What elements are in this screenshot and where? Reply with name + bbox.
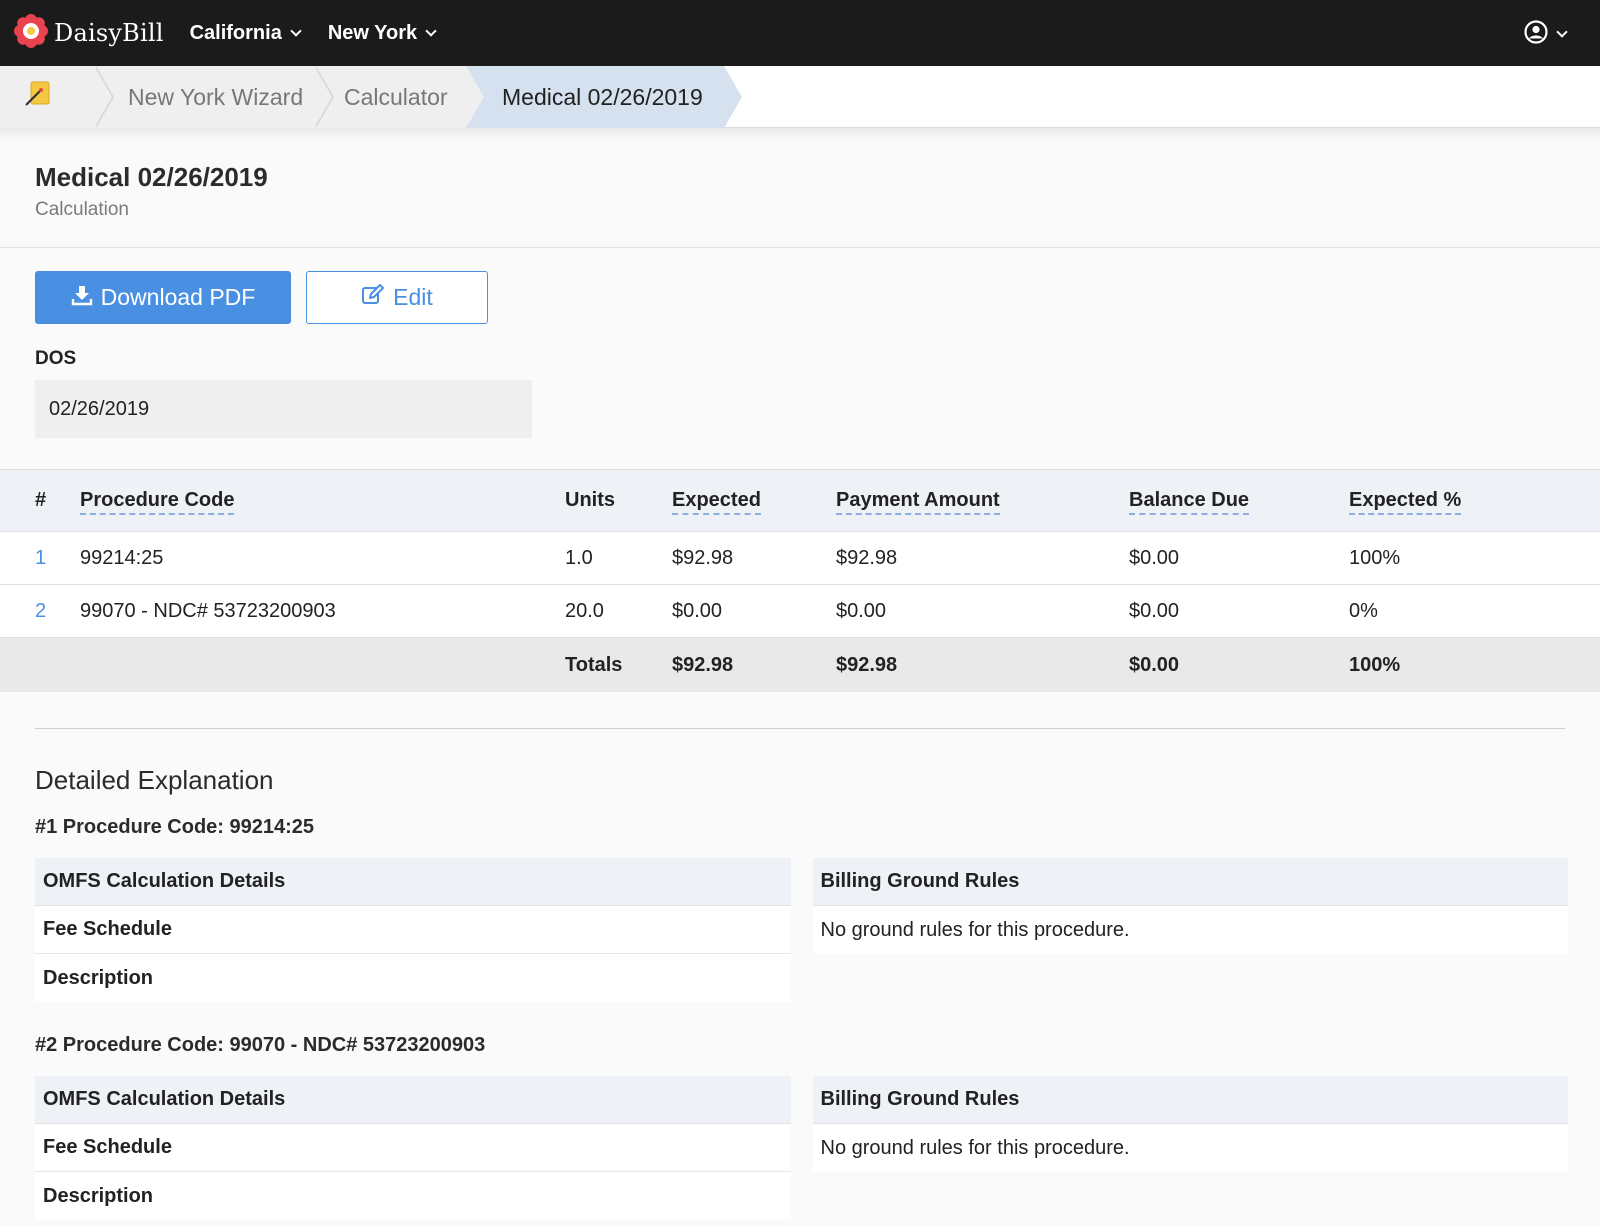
wizard-wand-icon	[23, 79, 53, 115]
column-header-payment-amount[interactable]: Payment Amount	[836, 489, 1129, 515]
breadcrumb-home[interactable]	[0, 66, 114, 128]
column-header-number: #	[35, 489, 47, 511]
page-title: Medical 02/26/2019	[35, 162, 268, 192]
chevron-down-icon	[425, 24, 437, 37]
dos-value: 02/26/2019	[35, 380, 532, 438]
brand[interactable]: DaisyBill	[14, 13, 164, 53]
column-header-units: Units	[565, 489, 615, 511]
omfs-panel-title: OMFS Calculation Details	[35, 858, 791, 906]
edit-icon	[361, 283, 385, 312]
totals-expected-percent: 100%	[1349, 653, 1401, 676]
description-row: Description	[35, 954, 791, 1002]
omfs-panel-title: OMFS Calculation Details	[35, 1076, 791, 1124]
ground-rules-text: No ground rules for this procedure.	[812, 906, 1568, 954]
payment-amount-cell: $0.00	[836, 599, 887, 622]
procedure-code-cell: 99070 - NDC# 53723200903	[80, 599, 336, 622]
ground-rules-title: Billing Ground Rules	[812, 1076, 1568, 1124]
breadcrumb-shadow	[0, 128, 1600, 142]
expected-percent-cell: 100%	[1349, 546, 1401, 569]
totals-payment-amount: $92.98	[836, 653, 898, 676]
breadcrumb-label: Calculator	[344, 83, 448, 110]
calculation-table: # Procedure Code Units Expected Payment …	[0, 469, 1600, 692]
totals-label: Totals	[565, 653, 623, 676]
download-icon	[71, 284, 93, 312]
procedure-detail-grid: OMFS Calculation Details Fee Schedule De…	[0, 839, 1600, 1002]
procedure-code-cell: 99214:25	[80, 546, 164, 569]
nav-menu-california[interactable]: California	[189, 21, 302, 45]
units-cell: 1.0	[565, 546, 593, 569]
row-number-link[interactable]: 1	[0, 547, 80, 570]
balance-due-cell: $0.00	[1129, 546, 1180, 569]
row-number-link[interactable]: 2	[0, 600, 80, 623]
detailed-explanation-title: Detailed Explanation	[35, 765, 274, 795]
user-account-icon	[1524, 20, 1548, 49]
nav-menu-label: New York	[327, 21, 418, 44]
omfs-calculation-panel: OMFS Calculation Details Fee Schedule De…	[35, 1076, 791, 1220]
expected-cell: $92.98	[672, 546, 734, 569]
nav-menu-new-york[interactable]: New York	[327, 21, 437, 45]
edit-button[interactable]: Edit	[306, 271, 488, 324]
column-header-expected-percent[interactable]: Expected %	[1349, 489, 1529, 515]
billing-ground-rules-panel: Billing Ground Rules No ground rules for…	[812, 858, 1568, 1002]
ground-rules-text: No ground rules for this procedure.	[812, 1124, 1568, 1172]
billing-ground-rules-panel: Billing Ground Rules No ground rules for…	[812, 1076, 1568, 1220]
totals-expected: $92.98	[672, 653, 734, 676]
procedure-detail-grid: OMFS Calculation Details Fee Schedule De…	[0, 1057, 1600, 1220]
brand-name: DaisyBill	[54, 19, 164, 47]
expected-cell: $0.00	[672, 599, 723, 622]
page-subtitle: Calculation	[35, 199, 129, 220]
fee-schedule-row: Fee Schedule	[35, 906, 791, 954]
daisy-logo-icon	[14, 13, 48, 53]
chevron-down-icon	[290, 24, 302, 37]
edit-label: Edit	[393, 284, 433, 310]
table-row: 1 99214:25 1.0 $92.98 $92.98 $0.00 100%	[0, 532, 1600, 585]
procedure-heading: #1 Procedure Code: 99214:25	[35, 816, 315, 838]
omfs-calculation-panel: OMFS Calculation Details Fee Schedule De…	[35, 858, 791, 1002]
breadcrumb-label: New York Wizard	[128, 83, 304, 110]
expected-percent-cell: 0%	[1349, 599, 1378, 622]
column-header-expected[interactable]: Expected	[672, 489, 836, 515]
table-row: 2 99070 - NDC# 53723200903 20.0 $0.00 $0…	[0, 585, 1600, 638]
fee-schedule-row: Fee Schedule	[35, 1124, 791, 1172]
column-header-procedure-code[interactable]: Procedure Code	[80, 489, 565, 515]
procedure-heading: #2 Procedure Code: 99070 - NDC# 53723200…	[35, 1034, 486, 1056]
units-cell: 20.0	[565, 599, 604, 622]
ground-rules-title: Billing Ground Rules	[812, 858, 1568, 906]
top-navbar: DaisyBill California New York	[0, 0, 1600, 66]
table-header: # Procedure Code Units Expected Payment …	[0, 469, 1600, 532]
dos-label: DOS	[35, 348, 77, 369]
balance-due-cell: $0.00	[1129, 599, 1180, 622]
column-header-balance-due[interactable]: Balance Due	[1129, 489, 1349, 515]
page-header: Medical 02/26/2019 Calculation	[0, 142, 1600, 248]
download-pdf-button[interactable]: Download PDF	[35, 271, 291, 324]
totals-row: Totals $92.98 $92.98 $0.00 100%	[0, 638, 1600, 692]
payment-amount-cell: $92.98	[836, 546, 898, 569]
description-row: Description	[35, 1172, 791, 1220]
totals-balance-due: $0.00	[1129, 653, 1180, 676]
action-bar: Download PDF Edit	[0, 248, 1600, 324]
user-menu[interactable]	[1524, 20, 1568, 49]
download-pdf-label: Download PDF	[100, 284, 256, 310]
nav-menu-label: California	[189, 21, 282, 44]
breadcrumb-current: Medical 02/26/2019	[466, 66, 742, 128]
breadcrumb: New York Wizard Calculator Medical 02/26…	[0, 66, 1600, 128]
breadcrumb-label: Medical 02/26/2019	[502, 83, 703, 110]
breadcrumb-new-york-wizard[interactable]: New York Wizard	[94, 66, 334, 128]
breadcrumb-calculator[interactable]: Calculator	[314, 66, 484, 128]
chevron-down-icon	[1556, 26, 1568, 38]
